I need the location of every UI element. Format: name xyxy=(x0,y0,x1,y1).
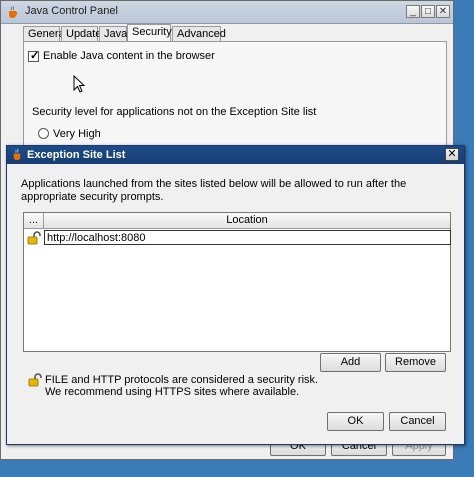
close-button[interactable]: ✕ xyxy=(436,5,450,18)
unlock-warning-icon xyxy=(28,373,42,387)
tab-java[interactable]: Java xyxy=(99,26,127,41)
minimize-icon: _ xyxy=(410,6,416,17)
tab-update[interactable]: Update xyxy=(61,26,101,41)
location-input[interactable] xyxy=(44,230,451,245)
dialog-ok-button[interactable]: OK xyxy=(327,412,384,431)
tab-advanced[interactable]: Advanced xyxy=(172,26,226,41)
java-cup-icon xyxy=(13,148,21,161)
dialog-cancel-button[interactable]: Cancel xyxy=(389,412,446,431)
title-bar[interactable]: Java Control Panel _ □ ✕ xyxy=(1,1,453,24)
tab-security[interactable]: Security xyxy=(127,24,172,42)
tab-general[interactable]: General xyxy=(23,26,67,41)
dialog-close-button[interactable]: ✕ xyxy=(445,148,459,161)
warning-line-2: We recommend using HTTPS sites where ava… xyxy=(45,386,300,398)
table-row[interactable] xyxy=(24,230,43,246)
add-button[interactable]: Add xyxy=(320,353,381,372)
security-warning: FILE and HTTP protocols are considered a… xyxy=(45,374,318,398)
close-icon: ✕ xyxy=(447,148,457,160)
enable-java-label: Enable Java content in the browser xyxy=(43,50,215,62)
security-level-label: Security level for applications not on t… xyxy=(32,106,317,118)
mouse-pointer-icon xyxy=(73,75,85,93)
close-icon: ✕ xyxy=(438,6,448,17)
very-high-label: Very High xyxy=(53,128,101,140)
column-location-header[interactable]: Location xyxy=(44,213,450,229)
java-cup-icon xyxy=(9,5,18,18)
minimize-button[interactable]: _ xyxy=(406,5,420,18)
dialog-title-bar[interactable]: Exception Site List ✕ xyxy=(7,146,464,164)
remove-button[interactable]: Remove xyxy=(385,353,446,372)
exception-site-table: ... Location xyxy=(23,212,451,352)
checkmark-icon: ✓ xyxy=(30,50,40,62)
very-high-radio[interactable] xyxy=(38,128,49,139)
enable-java-checkbox[interactable]: ✓ xyxy=(28,50,40,62)
maximize-button[interactable]: □ xyxy=(421,5,435,18)
dialog-title: Exception Site List xyxy=(27,149,126,161)
warning-line-1: FILE and HTTP protocols are considered a… xyxy=(45,374,319,386)
exception-site-list-dialog: Exception Site List ✕ Applications launc… xyxy=(6,145,465,445)
window-title: Java Control Panel xyxy=(25,5,118,17)
column-menu-header[interactable]: ... xyxy=(24,213,44,229)
maximize-icon: □ xyxy=(424,6,432,17)
unlock-icon xyxy=(27,231,41,245)
dialog-message: Applications launched from the sites lis… xyxy=(21,178,407,203)
